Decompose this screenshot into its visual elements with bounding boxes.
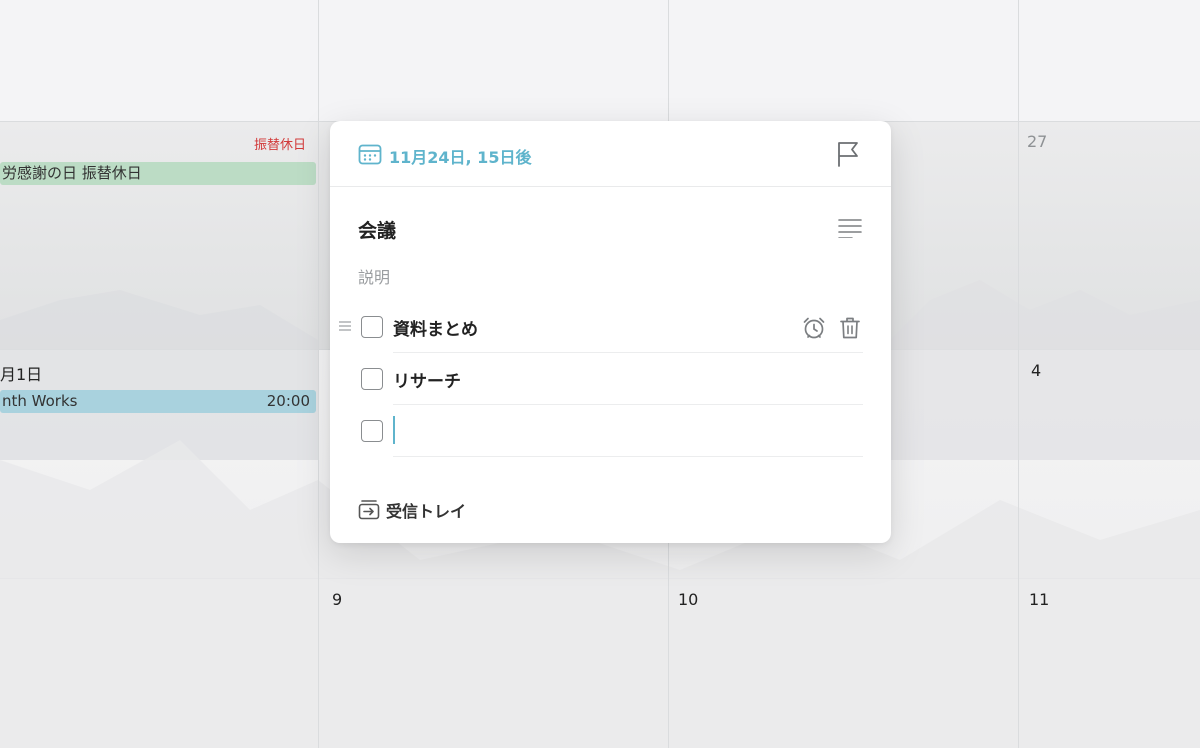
alarm-clock-icon[interactable] [802,316,826,340]
subtask-checkbox[interactable] [361,420,383,442]
calendar-column-divider [318,0,319,748]
inbox-label: 受信トレイ [386,502,467,521]
subtask-label[interactable]: 資料まとめ [393,315,478,340]
calendar-event-holiday[interactable]: 労感謝の日 振替休日 [0,162,316,185]
new-subtask-input[interactable] [393,416,793,444]
calendar-icon[interactable] [358,143,382,165]
subtask-item: 資料まとめ [330,301,891,353]
event-title: 労感謝の日 振替休日 [2,164,142,182]
new-subtask-row [330,405,891,457]
calendar-week-row [0,0,1200,122]
day-number: 月1日 [0,365,43,384]
subtask-item: リサーチ [330,353,891,405]
due-date-button[interactable]: 11月24日, 15日後 [389,144,531,168]
holiday-label: 振替休日 [254,138,307,153]
notes-lines-icon[interactable] [838,218,862,238]
day-number: 9 [332,590,343,609]
description-field[interactable]: 説明 [358,264,390,288]
subtask-checkbox[interactable] [361,316,383,338]
inbox-tray-icon [358,500,380,520]
popup-header: 11月24日, 15日後 [330,121,891,187]
event-title: nth Works [2,392,78,410]
task-title[interactable]: 会議 [358,216,396,243]
event-time: 20:00 [266,392,310,410]
subtask-checkbox[interactable] [361,368,383,390]
calendar-week-row [0,579,1200,748]
subtask-divider [393,456,863,457]
drag-handle-icon[interactable] [339,321,351,331]
flag-icon[interactable] [836,141,860,167]
day-number: 4 [1031,361,1042,380]
task-detail-popup: 11月24日, 15日後 会議 説明 資料まとめ リサーチ 受信トレイ [330,121,891,543]
subtask-label[interactable]: リサーチ [393,367,461,392]
day-number: 10 [678,590,699,609]
day-number: 27 [1027,132,1048,151]
day-number: 11 [1029,590,1050,609]
calendar-column-divider [1018,0,1019,748]
text-cursor [393,416,395,444]
calendar-event-works[interactable]: nth Works 20:00 [0,390,316,413]
trash-icon[interactable] [838,316,862,340]
